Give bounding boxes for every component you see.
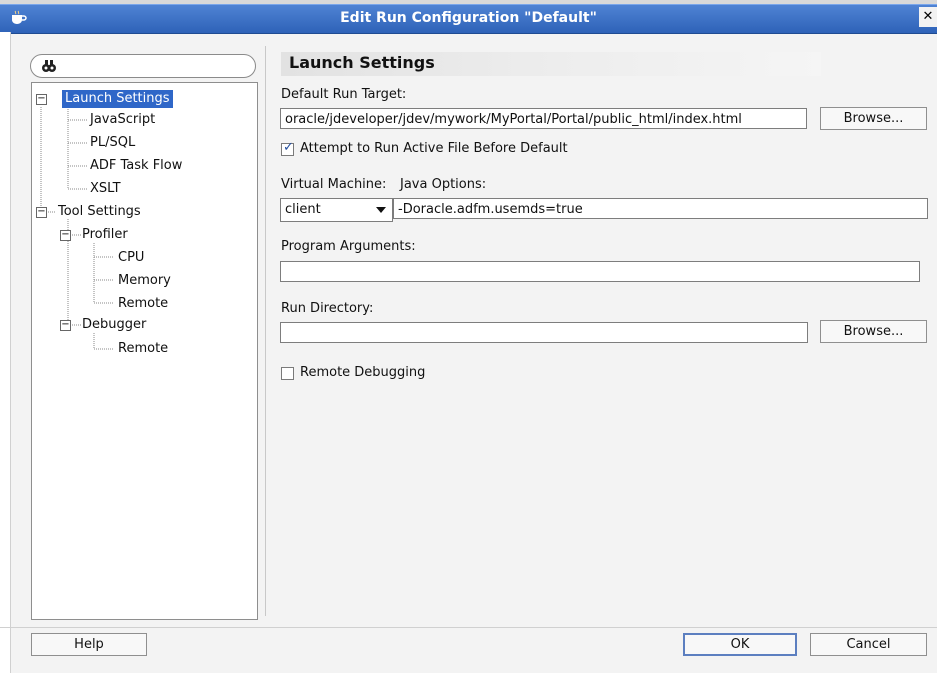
- tree-item-javascript[interactable]: JavaScript: [90, 111, 155, 129]
- tree-item-label: PL/SQL: [90, 135, 136, 150]
- tree-item-label: ADF Task Flow: [90, 158, 183, 173]
- program-arguments-field[interactable]: [280, 261, 920, 282]
- tree-item-label: Debugger: [82, 317, 147, 332]
- dialog-title: Edit Run Configuration "Default": [340, 10, 597, 26]
- navigation-tree: − Launch Settings JavaScript PL/SQL ADF …: [31, 82, 258, 620]
- browse-button[interactable]: Browse...: [820, 107, 927, 130]
- remote-debugging-checkbox[interactable]: [281, 367, 294, 380]
- tree-item-label: Memory: [118, 273, 171, 288]
- attempt-run-label: Attempt to Run Active File Before Defaul…: [300, 141, 568, 156]
- virtual-machine-label: Virtual Machine:: [281, 177, 387, 192]
- default-run-target-label: Default Run Target:: [281, 87, 407, 102]
- attempt-run-checkbox[interactable]: [281, 140, 294, 156]
- tree-item-cpu[interactable]: CPU: [118, 249, 144, 267]
- panel-divider: [265, 46, 266, 616]
- chevron-down-icon: [376, 207, 386, 213]
- default-run-target-field[interactable]: oracle/jdeveloper/jdev/mywork/MyPortal/P…: [280, 108, 807, 129]
- tree-item-remote[interactable]: Remote: [118, 295, 168, 313]
- java-options-field[interactable]: -Doracle.adfm.usemds=true: [393, 198, 928, 219]
- dialog-window: Edit Run Configuration "Default" ✕ − Lau…: [0, 0, 937, 673]
- tree-item-adf-task-flow[interactable]: ADF Task Flow: [90, 157, 182, 175]
- tree-item-label: Tool Settings: [58, 204, 141, 219]
- ok-button[interactable]: OK: [683, 633, 797, 656]
- collapse-icon[interactable]: −: [36, 94, 47, 105]
- footer-divider: [0, 627, 937, 628]
- tree-item-label: Remote: [118, 341, 169, 356]
- cancel-button[interactable]: Cancel: [810, 633, 927, 656]
- tree-item-remote-debugger[interactable]: Remote: [118, 340, 168, 358]
- close-icon[interactable]: ✕: [919, 7, 937, 27]
- browse-button-2[interactable]: Browse...: [820, 320, 927, 343]
- remote-debugging-label: Remote Debugging: [300, 365, 426, 380]
- help-button[interactable]: Help: [31, 633, 147, 656]
- tree-item-plsql[interactable]: PL/SQL: [90, 134, 135, 152]
- tree-item-xslt[interactable]: XSLT: [90, 180, 121, 198]
- window-edge: [0, 32, 11, 673]
- tree-item-label: Profiler: [82, 227, 128, 242]
- search-input[interactable]: [30, 54, 256, 78]
- tree-item-label: JavaScript: [90, 112, 156, 127]
- collapse-icon[interactable]: −: [60, 320, 71, 331]
- run-directory-field[interactable]: [280, 322, 808, 343]
- tree-item-label: CPU: [118, 250, 145, 265]
- panel-title: Launch Settings: [289, 53, 435, 72]
- panel-header: Launch Settings: [281, 52, 821, 76]
- program-arguments-label: Program Arguments:: [281, 239, 416, 254]
- collapse-icon[interactable]: −: [36, 207, 47, 218]
- title-bar: Edit Run Configuration "Default" ✕: [0, 4, 937, 34]
- tree-item-label: Launch Settings: [62, 90, 173, 108]
- virtual-machine-select[interactable]: client: [280, 198, 393, 222]
- collapse-icon[interactable]: −: [60, 230, 71, 241]
- run-directory-label: Run Directory:: [281, 301, 374, 316]
- java-options-label: Java Options:: [400, 177, 487, 192]
- virtual-machine-value: client: [285, 202, 321, 217]
- tree-item-label: Remote: [118, 296, 169, 311]
- tree-item-label: XSLT: [90, 181, 121, 196]
- binoculars-icon: [42, 60, 56, 72]
- tree-item-memory[interactable]: Memory: [118, 272, 171, 290]
